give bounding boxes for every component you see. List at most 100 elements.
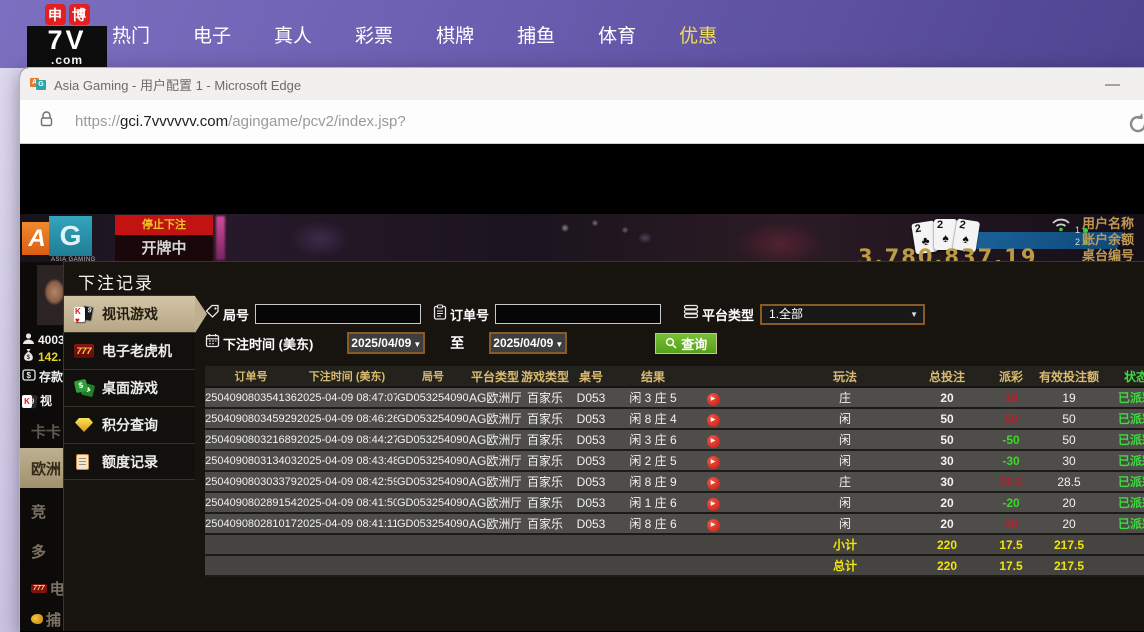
result-video-cell: ▶: [693, 431, 733, 448]
nav-item-3[interactable]: 真人: [274, 21, 312, 48]
table-row: 2504090802810172025-04-09 08:41:11GD0532…: [205, 514, 1144, 535]
date-from-select[interactable]: 2025/04/09▼: [347, 332, 425, 354]
lobby-menu-item[interactable]: 多: [20, 534, 64, 568]
valid-bet-cell: 50: [1037, 412, 1101, 426]
nav-item-2[interactable]: 电子: [193, 21, 231, 48]
table-cell: 百家乐: [521, 410, 569, 427]
table-header-cell: 状态: [1101, 368, 1144, 385]
sidebar-item-4[interactable]: 积分查询: [64, 406, 195, 443]
panel-title: 下注记录: [78, 269, 154, 294]
sidebar-item-label: 视讯游戏: [102, 304, 158, 324]
user-stat-value: 4003: [38, 333, 64, 347]
nav-item-6[interactable]: 捕鱼: [517, 21, 555, 48]
total-bet-cell: 30: [909, 475, 985, 489]
table-cell: 2025-04-09 08:41:11: [297, 518, 397, 530]
user-stat-row: $存款: [22, 368, 63, 385]
site-logo[interactable]: 申 博 7V .com: [27, 4, 107, 68]
table-cell: 百家乐: [521, 452, 569, 469]
play-result-icon[interactable]: ▶: [707, 456, 720, 469]
table-cell: 闲 8 庄 9: [613, 473, 693, 490]
table-cell: AG欧洲厅: [469, 389, 521, 406]
user-stat-row: $142.: [22, 348, 61, 365]
table-cell: 闲 3 庄 6: [613, 431, 693, 448]
cards-icon: K♥9: [73, 304, 95, 324]
scene-pink-light: [216, 216, 225, 260]
address-bar[interactable]: https://gci.7vvvvvv.com/agingame/pcv2/in…: [20, 100, 1144, 144]
table-body: 2504090803541362025-04-09 08:47:07GD0532…: [205, 388, 1144, 577]
date-to-select[interactable]: 2025/04/09▼: [489, 332, 567, 354]
play-type-cell: 闲: [733, 452, 909, 469]
table-cell: 2025-04-09 08:43:48: [297, 455, 397, 467]
window-title: Asia Gaming - 用户配置 1 - Microsoft Edge: [54, 75, 301, 94]
refresh-icon[interactable]: [1125, 111, 1144, 142]
valid-bet-cell: 20: [1037, 517, 1101, 531]
lobby-menu-item[interactable]: 竞: [20, 494, 64, 528]
table-cell: 闲 8 庄 6: [613, 515, 693, 532]
table-row: 2504090803459292025-04-09 08:46:26GD0532…: [205, 409, 1144, 430]
play-type-cell: 庄: [733, 389, 909, 406]
table-header-cell: 平台类型: [469, 368, 521, 385]
lobby-menu-item[interactable]: 卡卡: [20, 418, 64, 444]
nav-item-4[interactable]: 彩票: [355, 21, 393, 48]
sum-bet: 220: [909, 538, 985, 552]
lobby-menu-item[interactable]: 777电子: [20, 572, 64, 604]
chevron-down-icon: ▼: [413, 340, 421, 349]
status-cell: 已派彩: [1101, 494, 1144, 511]
play-result-icon[interactable]: ▶: [707, 414, 720, 427]
search-button[interactable]: 查询: [655, 333, 717, 354]
total-bet-cell: 20: [909, 496, 985, 510]
lobby-menu-item[interactable]: 欧洲: [20, 448, 64, 488]
sidebar-item-5[interactable]: 额度记录: [64, 443, 195, 480]
table-cell: AG欧洲厅: [469, 452, 521, 469]
table-header-cell: 局号: [397, 368, 469, 384]
nav-item-7[interactable]: 体育: [598, 21, 636, 48]
nav-item-5[interactable]: 棋牌: [436, 21, 474, 48]
payout-cell: 50: [985, 412, 1037, 426]
sidebar-item-label: 积分查询: [102, 415, 158, 435]
play-result-icon[interactable]: ▶: [707, 498, 720, 511]
table-cell: 250409080321689: [205, 434, 297, 446]
table-cell: GD053254090T4: [397, 455, 469, 467]
nav-item-8[interactable]: 优惠: [679, 21, 717, 48]
lock-icon[interactable]: [40, 111, 53, 132]
left-underlay: 4003$142. $存款 K9视 卡卡欧洲竞多 777电子捕: [20, 262, 64, 631]
status-cell: 已派彩: [1101, 452, 1144, 469]
user-stat-row: K9视: [22, 392, 52, 409]
url-text[interactable]: https://gci.7vvvvvv.com/agingame/pcv2/in…: [75, 113, 406, 130]
table-cell: 百家乐: [521, 473, 569, 490]
sidebar-item-label: 桌面游戏: [102, 378, 158, 398]
result-video-cell: ▶: [693, 452, 733, 469]
order-input[interactable]: [495, 304, 661, 324]
play-result-icon[interactable]: ▶: [707, 477, 720, 490]
table-header-cell: 有效投注额: [1037, 368, 1101, 385]
calendar-icon: [205, 333, 220, 353]
lobby-menu-item[interactable]: 捕: [20, 606, 64, 631]
bet-time-label: 下注时间 (美东): [223, 334, 313, 353]
total-bet-cell: 30: [909, 454, 985, 468]
platform-select[interactable]: 1.全部▼: [760, 304, 925, 325]
table-info-labels: 用户名称账户余额桌台编号: [1082, 216, 1144, 264]
page-content: A G ASIA GAMING 停止下注 开牌中 2♣2♠2♠ 12 3,780…: [20, 144, 1144, 631]
result-video-cell: ▶: [693, 473, 733, 490]
round-input[interactable]: [255, 304, 421, 324]
sum-payout: 17.5: [985, 538, 1037, 552]
casino-scene: A G ASIA GAMING 停止下注 开牌中 2♣2♠2♠ 12 3,780…: [20, 144, 1144, 262]
play-result-icon[interactable]: ▶: [707, 519, 720, 532]
slot-icon: 777: [73, 341, 95, 361]
play-result-icon[interactable]: ▶: [707, 435, 720, 448]
gem-icon: [73, 415, 95, 435]
sidebar-item-1[interactable]: K♥9 视讯游戏: [64, 295, 195, 332]
nav-item-1[interactable]: 热门: [112, 21, 150, 48]
table-cell: 250409080281017: [205, 518, 297, 530]
total-bet-cell: 20: [909, 391, 985, 405]
play-result-icon[interactable]: ▶: [707, 393, 720, 406]
sidebar-item-2[interactable]: 777电子老虎机: [64, 332, 195, 369]
filter-row-2: 下注时间 (美东) 2025/04/09▼ 至 2025/04/09▼ 查询: [205, 331, 1136, 355]
minimize-button[interactable]: —: [1105, 76, 1120, 93]
table-cell: 百家乐: [521, 494, 569, 511]
sidebar-item-3[interactable]: $♣桌面游戏: [64, 369, 195, 406]
sum-label: 总计: [733, 557, 909, 574]
table-cell: GD053254090T5: [397, 434, 469, 446]
window-titlebar: AG Asia Gaming - 用户配置 1 - Microsoft Edge…: [20, 68, 1144, 100]
moneybag-icon: $: [22, 348, 35, 365]
